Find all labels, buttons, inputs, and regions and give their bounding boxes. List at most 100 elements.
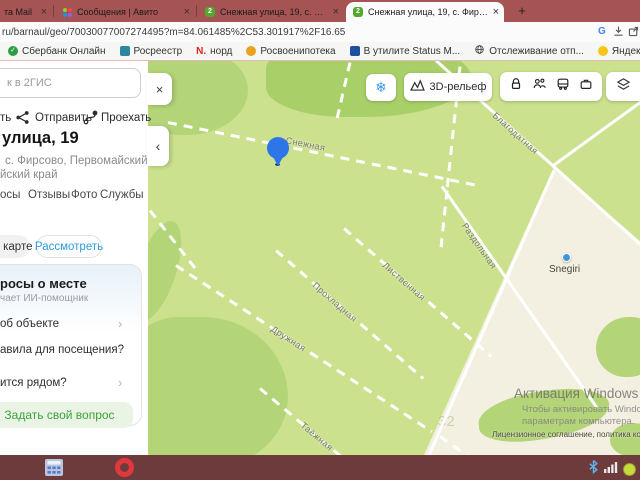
road-snezhnaya [167,121,482,188]
tab-mail[interactable]: та Mail × [0,2,52,22]
new-tab-button[interactable]: + [512,2,532,20]
map-categories-panel [500,72,602,101]
bookmark-tracking[interactable]: Отслеживание отп... [474,44,584,58]
snowflake-icon: ❄ [375,79,387,95]
bookmarks-bar: ✓ Сбербанк Онлайн Росреестр N. норд Росвое… [0,42,640,61]
panel-close-button[interactable]: × [147,73,172,105]
tab-services[interactable]: Службы [100,189,144,201]
route-button[interactable]: Проехать [101,112,151,124]
google-extension-icon[interactable]: G [598,26,606,37]
tab-separator [196,5,197,17]
address-bar: ru/barnaul/geo/70030077007274495?m=84.06… [0,22,640,42]
tab-questions-partial[interactable]: осы [0,189,20,201]
transport-icon[interactable] [556,77,570,96]
close-icon[interactable]: × [184,6,190,18]
chevron-right-icon: › [118,342,123,357]
2gis-favicon: 2 [353,7,363,17]
work-icon[interactable] [579,77,593,96]
tab-2gis-1[interactable]: 2 Снежная улица, 19, с. Фирсово × [198,2,344,22]
bookmark-sberbank[interactable]: ✓ Сбербанк Онлайн [8,46,106,57]
relief-icon [409,78,425,96]
street-label: Лиственная [380,260,428,303]
windows-watermark-line: параметрам компьютера. [522,416,635,427]
search-input[interactable] [0,68,141,98]
rosvoenipoteka-icon [246,46,257,56]
view-button[interactable]: Рассмотреть [35,235,103,258]
question-item[interactable]: ится рядом? [0,377,67,389]
download-icon[interactable] [612,25,625,43]
question-item[interactable]: авила для посещения? [0,344,124,356]
url-field[interactable]: ru/barnaul/geo/70030077007274495?m=84.06… [2,27,345,38]
road-connector [439,190,449,249]
tab-title: та Mail [4,7,33,17]
bookmark-rosvoenipoteka[interactable]: Росвоенипотека [246,46,336,57]
route-icon[interactable] [83,110,98,128]
close-icon[interactable]: × [493,6,499,18]
street-label: Таёжная [298,420,335,453]
sberbank-icon: ✓ [8,46,18,56]
bluetooth-icon[interactable] [588,459,599,479]
close-icon[interactable]: × [41,6,47,18]
tab-title: Снежная улица, 19, с. Фирсово [368,7,489,17]
layers-button[interactable] [606,72,640,101]
snegiri-poi-label[interactable]: Snegiri [549,264,580,275]
tab-reviews[interactable]: Отзывы [28,189,70,201]
save-button-partial[interactable]: ть [0,112,11,124]
street-label: Благодатная [490,110,540,157]
windows-watermark-title: Активация Windows [514,386,639,401]
2gis-favicon: 2 [205,7,215,17]
panel-collapse-button[interactable]: ‹ [147,126,169,166]
license-link[interactable]: Лицензионное соглашение, политика ко [492,430,640,439]
bookmark-nord[interactable]: N. норд [196,46,232,58]
tab-separator [53,5,54,17]
screen: та Mail × Сообщения | Авито × 2 Снежная … [0,0,640,480]
winter-mode-button[interactable]: ❄ [366,74,396,101]
bookmark-yandex-realty[interactable]: Яндекс недвижим... [597,46,640,57]
avito-favicon [63,7,72,17]
layers-icon [616,77,631,96]
question-item[interactable]: об объекте [0,318,59,330]
card-subtitle: чает ИИ-помощник [0,293,89,304]
calculator-icon[interactable] [45,459,63,480]
relief-3d-button[interactable]: 3D-рельеф [404,73,492,101]
street-label: Дружная [269,323,308,354]
bookmark-rosreestr[interactable]: Росреестр [119,46,182,57]
street-label: Прохладная [310,280,359,325]
opera-icon[interactable] [115,458,134,477]
nord-icon: N. [196,46,207,57]
rosreestr-icon [119,46,130,56]
attractions-icon[interactable] [509,77,523,96]
close-icon[interactable]: × [333,6,339,18]
windows-watermark-line: Чтобы активировать Windo [522,404,640,415]
chevron-left-icon: ‹ [155,138,161,154]
on-map-button[interactable]: а карте [0,235,32,258]
map-canvas[interactable]: Снежная Лиственная Прохладная Дружная Та… [148,61,640,455]
snegiri-poi-icon[interactable] [562,253,571,262]
bookmark-status[interactable]: В утилите Status M... [349,46,460,57]
chevron-right-icon: › [118,316,123,331]
share-icon[interactable] [15,110,30,128]
yandex-icon [597,46,608,56]
share-page-icon[interactable] [627,25,640,43]
tab-title: Сообщения | Авито [77,7,159,17]
status-icon [349,46,360,56]
forest-patch [148,317,288,455]
chevron-right-icon: › [118,375,123,390]
tab-photos[interactable]: Фото [71,189,97,201]
windows-taskbar [0,455,640,480]
close-icon: × [155,81,164,97]
tab-2gis-active[interactable]: 2 Снежная улица, 19, с. Фирсово × [346,2,504,22]
place-title: улица, 19 [2,129,79,147]
system-tray [588,459,636,479]
street-label: Раздольная [459,221,499,271]
antivirus-tray-icon[interactable] [623,462,636,476]
tab-avito[interactable]: Сообщения | Авито × [56,2,195,22]
network-signal-icon[interactable] [604,460,618,478]
friends-icon[interactable] [532,77,547,96]
ask-question-button[interactable]: Задать свой вопрос [0,402,133,428]
place-address-line2: йский край [0,169,58,181]
browser-tab-bar: та Mail × Сообщения | Авито × 2 Снежная … [0,0,640,22]
map-pin[interactable] [267,137,289,166]
place-address-line1: с. Фирсово, Первомайский [5,155,148,167]
road-branch [551,97,640,168]
